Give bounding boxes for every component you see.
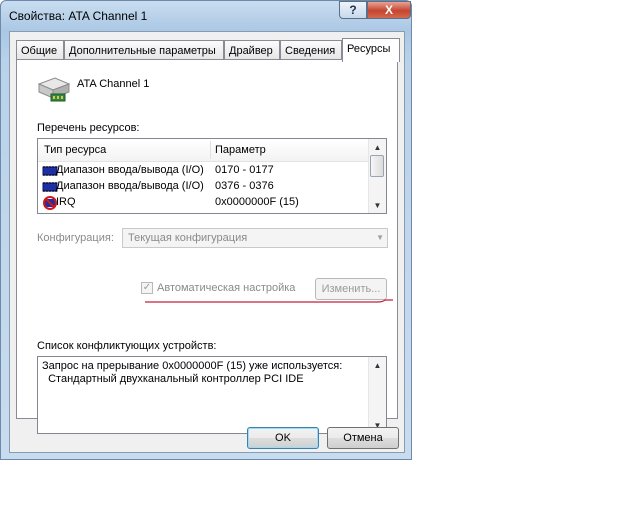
- conflict-list-label: Список конфликтующих устройств:: [37, 340, 217, 352]
- cancel-button[interactable]: Отмена: [327, 427, 399, 449]
- table-row[interactable]: Диапазон ввода/вывода (I/O) 0170 - 0177: [38, 163, 370, 179]
- resources-panel: ATA Channel 1 Перечень ресурсов: Тип рес…: [16, 59, 398, 434]
- resource-list[interactable]: Тип ресурса Параметр Диапазон ввода/выво…: [37, 138, 387, 214]
- list-header: Тип ресурса Параметр: [38, 139, 370, 162]
- resource-value: 0170 - 0177: [215, 164, 274, 176]
- properties-window: Свойства: ATA Channel 1 ? X Общие Дополн…: [0, 0, 412, 460]
- resource-list-scrollbar[interactable]: ▲ ▼: [368, 139, 386, 213]
- config-select[interactable]: Текущая конфигурация ▼: [122, 228, 388, 248]
- help-button[interactable]: ?: [339, 1, 367, 19]
- ok-button[interactable]: OK: [247, 427, 319, 449]
- ide-controller-icon: [37, 77, 71, 102]
- resource-type: Диапазон ввода/вывода (I/O): [56, 180, 204, 192]
- tab-details[interactable]: Сведения: [280, 40, 342, 60]
- conflict-list[interactable]: Запрос на прерывание 0x0000000F (15) уже…: [37, 356, 387, 434]
- resource-type: Диапазон ввода/вывода (I/O): [56, 164, 204, 176]
- resources-label: Перечень ресурсов:: [37, 122, 140, 134]
- column-separator[interactable]: [210, 141, 211, 159]
- conflict-text: Запрос на прерывание 0x0000000F (15) уже…: [42, 360, 343, 385]
- scroll-up-icon[interactable]: ▲: [369, 357, 386, 373]
- column-header-param[interactable]: Параметр: [215, 144, 266, 156]
- annotation-underline: [145, 299, 393, 303]
- dialog-body: Общие Дополнительные параметры Драйвер С…: [9, 31, 405, 453]
- tab-resources[interactable]: Ресурсы: [342, 38, 400, 62]
- help-icon: ?: [349, 3, 357, 17]
- window-title: Свойства: ATA Channel 1: [9, 9, 148, 23]
- close-button[interactable]: X: [367, 1, 411, 19]
- tab-advanced[interactable]: Дополнительные параметры: [64, 40, 224, 60]
- resource-value: 0x0000000F (15): [215, 196, 299, 208]
- auto-settings-label: Автоматическая настройка: [157, 282, 296, 294]
- tab-general[interactable]: Общие: [16, 40, 64, 60]
- close-icon: X: [384, 3, 393, 17]
- chevron-down-icon: ▼: [376, 233, 384, 242]
- conflict-list-scrollbar[interactable]: ▲ ▼: [368, 357, 386, 433]
- resource-type: IRQ: [56, 196, 76, 208]
- config-label: Конфигурация:: [37, 232, 114, 244]
- config-value: Текущая конфигурация: [128, 232, 248, 244]
- tab-driver[interactable]: Драйвер: [224, 40, 280, 60]
- scroll-up-icon[interactable]: ▲: [369, 139, 386, 155]
- title-bar[interactable]: Свойства: ATA Channel 1 ? X: [1, 1, 411, 31]
- column-header-type[interactable]: Тип ресурса: [44, 144, 106, 156]
- device-name: ATA Channel 1: [77, 78, 150, 90]
- table-row[interactable]: IRQ 0x0000000F (15): [38, 195, 370, 211]
- auto-settings-checkbox[interactable]: ✓: [141, 282, 153, 294]
- scroll-thumb[interactable]: [370, 155, 384, 177]
- scroll-down-icon[interactable]: ▼: [369, 197, 386, 213]
- table-row[interactable]: Диапазон ввода/вывода (I/O) 0376 - 0376: [38, 179, 370, 195]
- resource-value: 0376 - 0376: [215, 180, 274, 192]
